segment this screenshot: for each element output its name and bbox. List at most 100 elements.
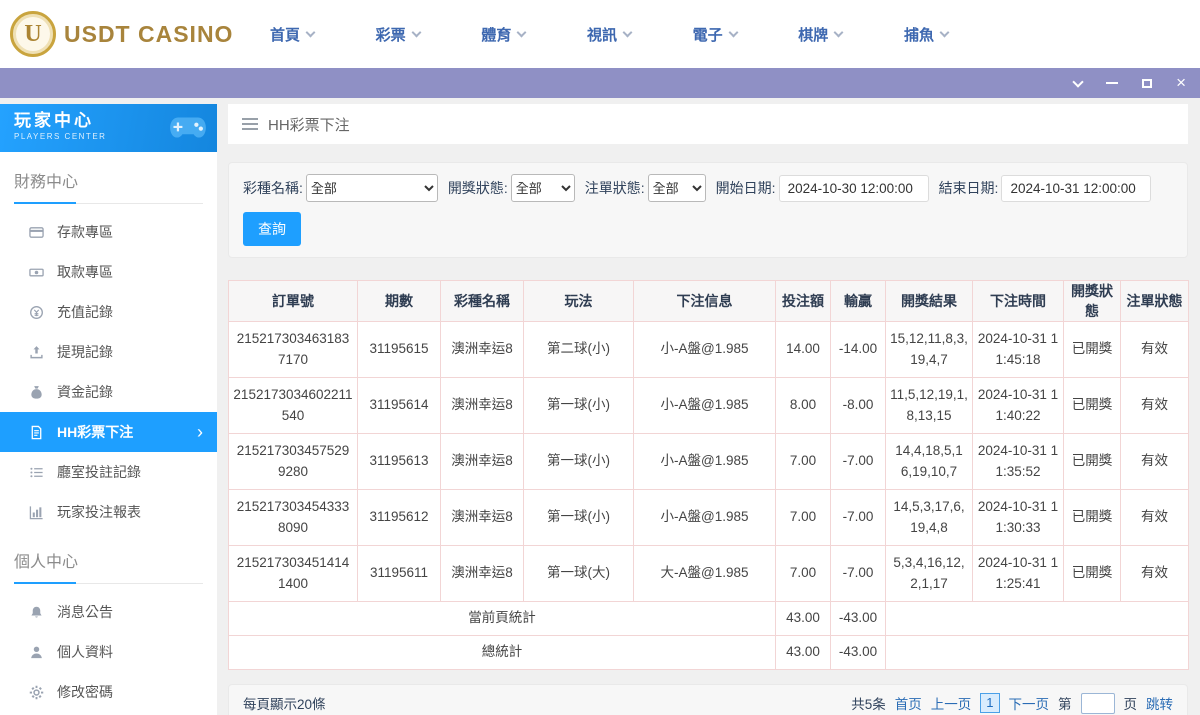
- personal-menu: 消息公告 個人資料 修改密碼: [0, 584, 217, 712]
- sidebar-item-withdrawal-records[interactable]: 提現記錄: [0, 332, 217, 372]
- cell-order-id: 2152173034602211540: [228, 377, 358, 434]
- sidebar-item-hh-lottery-bets[interactable]: HH彩票下注 ›: [0, 412, 217, 452]
- cell-lottery: 澳洲幸运8: [440, 489, 524, 546]
- minimize-icon[interactable]: [1106, 75, 1119, 91]
- start-date-label: 開始日期:: [715, 180, 776, 196]
- sidebar-item-recharge-records[interactable]: 充值記錄: [0, 292, 217, 332]
- sidebar-item-label: 充值記錄: [57, 304, 113, 320]
- summary-empty-cell: [885, 635, 1189, 670]
- col-header-draw-status: 開獎狀態: [1063, 280, 1121, 322]
- sidebar-item-announcements[interactable]: 消息公告: [0, 592, 217, 632]
- chevron-down-icon: [728, 27, 739, 37]
- chevron-down-icon: [305, 27, 316, 37]
- col-header-bet-amount: 投注額: [775, 280, 831, 322]
- cell-win-loss: -7.00: [830, 489, 886, 546]
- cell-bet-info: 小-A盤@1.985: [633, 489, 776, 546]
- sidebar-item-label: 廳室投註記錄: [57, 464, 141, 480]
- pagination-first[interactable]: 首页: [895, 693, 922, 713]
- nav-item-slots[interactable]: 電子: [693, 24, 739, 45]
- cell-win-loss: -14.00: [830, 321, 886, 378]
- pagination-jump-button[interactable]: 跳转: [1146, 693, 1173, 713]
- col-header-order-id: 訂單號: [228, 280, 358, 322]
- sidebar-item-fund-records[interactable]: 資金記錄: [0, 372, 217, 412]
- search-button[interactable]: 查詢: [243, 212, 301, 246]
- pagination-page-input[interactable]: [1080, 692, 1115, 714]
- sidebar-item-withdraw[interactable]: 取款專區: [0, 252, 217, 292]
- sidebar-item-profile[interactable]: 個人資料: [0, 632, 217, 672]
- cell-order-status: 有效: [1120, 321, 1189, 378]
- col-header-order-status: 注單狀態: [1120, 280, 1189, 322]
- nav-item-sports[interactable]: 體育: [481, 24, 527, 45]
- table-row: 2152173034631837170 31195615 澳洲幸运8 第二球(小…: [228, 321, 1189, 378]
- sidebar-item-label: HH彩票下注: [57, 424, 134, 440]
- sidebar-section-personal: 個人中心: [14, 548, 203, 584]
- cell-period: 31195612: [357, 489, 441, 546]
- brand-logo[interactable]: U USDT CASINO: [0, 11, 252, 57]
- main-content: HH彩票下注 彩種名稱: 全部 開獎狀態: 全部 注單狀態: 全部 開始日期: …: [217, 104, 1200, 715]
- person-icon: [28, 644, 44, 660]
- nav-item-live[interactable]: 視訊: [587, 24, 633, 45]
- fund-record-icon: [28, 384, 44, 400]
- summary-bet-amount: 43.00: [775, 601, 831, 636]
- cell-order-id: 2152173034575299280: [228, 433, 358, 490]
- nav-item-home[interactable]: 首頁: [270, 24, 316, 45]
- sidebar-item-change-password[interactable]: 修改密碼: [0, 672, 217, 712]
- workspace: 玩家中心 PLAYERS CENTER 財務中心 存款專區 取款專區 充值記錄 …: [0, 98, 1200, 715]
- pagination-next[interactable]: 下一页: [1009, 693, 1050, 713]
- maximize-icon[interactable]: [1142, 75, 1153, 91]
- per-page-text: 每頁顯示20條: [243, 697, 326, 712]
- menu-icon[interactable]: [242, 118, 258, 130]
- cell-period: 31195611: [357, 545, 441, 602]
- sidebar-item-player-reports[interactable]: 玩家投注報表: [0, 492, 217, 532]
- cell-bet-time: 2024-10-31 11:30:33: [972, 489, 1064, 546]
- pagination-current-page[interactable]: 1: [980, 693, 1000, 713]
- sidebar-item-room-bet-records[interactable]: 廳室投註記錄: [0, 452, 217, 492]
- cell-lottery: 澳洲幸运8: [440, 433, 524, 490]
- sidebar-item-deposit[interactable]: 存款專區: [0, 212, 217, 252]
- cell-bet-amount: 7.00: [775, 489, 831, 546]
- cell-period: 31195613: [357, 433, 441, 490]
- summary-win-loss: -43.00: [830, 601, 886, 636]
- nav-item-cards[interactable]: 棋牌: [798, 24, 844, 45]
- sidebar-item-label: 存款專區: [57, 224, 113, 240]
- cell-order-status: 有效: [1120, 489, 1189, 546]
- cell-order-id: 2152173034631837170: [228, 321, 358, 378]
- col-header-draw-result: 開獎結果: [885, 280, 973, 322]
- top-nav: U USDT CASINO 首頁 彩票 體育 視訊 電子 棋牌 捕魚: [0, 0, 1200, 68]
- bell-icon: [28, 604, 44, 620]
- logo-letter: U: [24, 20, 42, 47]
- pagination-prev[interactable]: 上一页: [931, 693, 972, 713]
- end-date-input[interactable]: [1001, 174, 1152, 202]
- start-date-input[interactable]: [778, 174, 929, 202]
- table-row-page-summary: 當前頁統計 43.00 -43.00: [228, 601, 1189, 636]
- summary-label: 總統計: [228, 635, 776, 670]
- cell-bet-time: 2024-10-31 11:40:22: [972, 377, 1064, 434]
- cell-order-id: 2152173034543338090: [228, 489, 358, 546]
- cell-bet-info: 小-A盤@1.985: [633, 433, 776, 490]
- cell-draw-result: 14,5,3,17,6,19,4,8: [885, 489, 973, 546]
- titlebar-chevron-down-icon[interactable]: [1072, 75, 1084, 91]
- gamepad-icon: [169, 115, 207, 145]
- summary-bet-amount: 43.00: [775, 635, 831, 670]
- lottery-select[interactable]: 全部: [305, 174, 438, 202]
- cell-period: 31195615: [357, 321, 441, 378]
- nav-item-label: 彩票: [375, 26, 406, 44]
- cell-bet-amount: 7.00: [775, 433, 831, 490]
- table-footer: 每頁顯示20條 共5条 首页 上一页 1 下一页 第 页 跳转: [228, 684, 1188, 715]
- cell-lottery: 澳洲幸运8: [440, 377, 524, 434]
- cell-play: 第二球(小): [523, 321, 634, 378]
- order-status-select[interactable]: 全部: [647, 174, 706, 202]
- brand-logo-icon: U: [10, 11, 56, 57]
- col-header-lottery: 彩種名稱: [440, 280, 524, 322]
- draw-status-select[interactable]: 全部: [510, 174, 575, 202]
- lottery-bet-icon: [28, 424, 44, 440]
- nav-item-lottery[interactable]: 彩票: [375, 24, 422, 45]
- brand-logo-text: USDT CASINO: [64, 20, 234, 47]
- order-status-filter-label: 注單狀態:: [584, 180, 645, 196]
- main-nav: 首頁 彩票 體育 視訊 電子 棋牌 捕魚: [270, 24, 950, 45]
- end-date-label: 結束日期:: [938, 180, 999, 196]
- close-icon[interactable]: ×: [1176, 74, 1186, 91]
- sidebar-item-label: 消息公告: [57, 604, 113, 620]
- sidebar-item-label: 玩家投注報表: [57, 504, 141, 520]
- nav-item-fishing[interactable]: 捕魚: [904, 24, 950, 45]
